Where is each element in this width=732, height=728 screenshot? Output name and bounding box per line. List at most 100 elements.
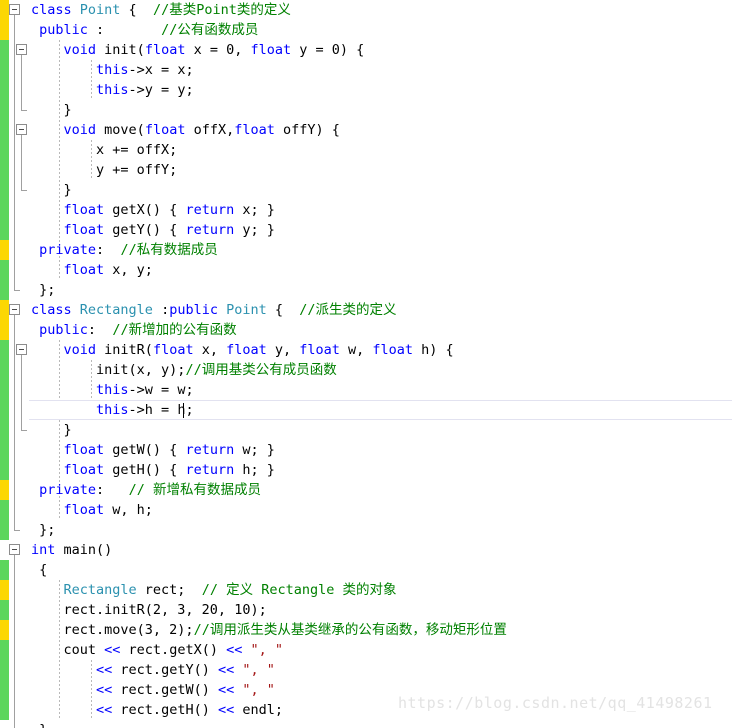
code-line[interactable]: public: //新增加的公有函数 — [29, 320, 732, 340]
code-text-area[interactable]: class Point { //基类Point类的定义 public : //公… — [29, 0, 732, 728]
code-token-pl: rect; — [136, 582, 202, 598]
code-line[interactable]: class Rectangle :public Point { //派生类的定义 — [29, 300, 732, 320]
code-token-pl: w, h; — [104, 502, 153, 518]
code-line[interactable]: Rectangle rect; // 定义 Rectangle 类的对象 — [29, 580, 732, 600]
code-token-pl: offY) { — [274, 122, 340, 138]
code-line[interactable]: y += offY; — [29, 160, 732, 180]
code-line[interactable]: int main() — [29, 540, 732, 560]
code-token-pl: rect.getW() — [112, 682, 218, 698]
code-token-kw: float — [226, 342, 267, 358]
fold-toggle-icon[interactable] — [9, 544, 20, 555]
change-bar-line — [0, 580, 9, 600]
code-editor[interactable]: class Point { //基类Point类的定义 public : //公… — [0, 0, 732, 728]
code-line[interactable]: float x, y; — [29, 260, 732, 280]
fold-toggle-icon[interactable] — [9, 304, 20, 315]
code-line[interactable]: init(x, y);//调用基类公有成员函数 — [29, 360, 732, 380]
code-line[interactable]: } — [29, 720, 732, 728]
change-bar-line — [0, 600, 9, 620]
code-token-ty: Point — [79, 2, 121, 18]
code-line[interactable]: class Point { //基类Point类的定义 — [29, 0, 732, 20]
code-token-kw: this — [96, 82, 129, 98]
code-line[interactable]: }; — [29, 280, 732, 300]
code-line[interactable]: } — [29, 420, 732, 440]
code-line[interactable]: << rect.getY() << ", " — [29, 660, 732, 680]
code-line[interactable]: } — [29, 180, 732, 200]
code-token-cm: // 新增私有数据成员 — [128, 482, 261, 498]
code-token-cm: //私有数据成员 — [120, 242, 218, 258]
code-line[interactable]: void initR(float x, float y, float w, fl… — [29, 340, 732, 360]
change-bar-line — [0, 80, 9, 100]
code-token-pl: w; } — [234, 442, 275, 458]
code-line[interactable]: x += offX; — [29, 140, 732, 160]
code-line[interactable]: this->y = y; — [29, 80, 732, 100]
code-line[interactable]: private: // 新增私有数据成员 — [29, 480, 732, 500]
code-token-pl: x, y; — [104, 262, 153, 278]
change-bar-line — [0, 360, 9, 380]
fold-toggle-icon[interactable] — [16, 44, 27, 55]
change-bar-line — [0, 200, 9, 220]
change-bar-line — [0, 300, 9, 320]
code-line[interactable]: void move(float offX,float offY) { — [29, 120, 732, 140]
code-line[interactable]: { — [29, 560, 732, 580]
code-token-pl: rect.move(3, 2); — [31, 622, 194, 638]
change-bar-line — [0, 420, 9, 440]
code-token-pl: getY() { — [104, 222, 186, 238]
change-bar-line — [0, 60, 9, 80]
code-token-pl: : — [87, 322, 113, 338]
fold-toggle-icon[interactable] — [16, 344, 27, 355]
code-token-kw: int — [31, 542, 56, 558]
code-line[interactable]: this->w = w; — [29, 380, 732, 400]
code-line[interactable]: private: //私有数据成员 — [29, 240, 732, 260]
code-line[interactable]: float w, h; — [29, 500, 732, 520]
fold-toggle-icon[interactable] — [16, 124, 27, 135]
code-token-kw: float — [63, 262, 105, 278]
code-token-pl: : — [87, 22, 162, 38]
fold-region-line — [14, 554, 15, 728]
code-line[interactable]: float getH() { return h; } — [29, 460, 732, 480]
change-bar-line — [0, 100, 9, 120]
code-line[interactable]: rect.move(3, 2);//调用派生类从基类继承的公有函数，移动矩形位置 — [29, 620, 732, 640]
code-line[interactable]: this->x = x; — [29, 60, 732, 80]
code-line[interactable]: void init(float x = 0, float y = 0) { — [29, 40, 732, 60]
change-bar-line — [0, 20, 9, 40]
code-token-cm: //公有函数成员 — [161, 22, 259, 38]
code-token-ty: Point — [226, 302, 267, 318]
change-bar-line — [0, 540, 9, 560]
code-line[interactable]: cout << rect.getX() << ", " — [29, 640, 732, 660]
code-token-pl: rect.getY() — [112, 662, 218, 678]
code-line[interactable]: float getX() { return x; } — [29, 200, 732, 220]
code-token-kw: float — [152, 342, 194, 358]
code-token-kw: class — [31, 302, 72, 318]
fold-region-end — [21, 430, 27, 431]
code-token-cm: //基类Point类的定义 — [152, 2, 291, 18]
code-token-kw: float — [234, 122, 275, 138]
fold-toggle-icon[interactable] — [9, 4, 20, 15]
fold-region-line — [21, 354, 22, 430]
code-token-kw: void — [63, 42, 97, 58]
code-line[interactable]: public : //公有函数成员 — [29, 20, 732, 40]
change-bar-line — [0, 240, 9, 260]
code-line[interactable]: float getY() { return y; } — [29, 220, 732, 240]
change-bar-line — [0, 0, 9, 20]
code-token-kw: float — [144, 42, 186, 58]
code-line[interactable]: float getW() { return w; } — [29, 440, 732, 460]
code-token-pl: ->y = y; — [128, 82, 194, 98]
code-line[interactable]: } — [29, 100, 732, 120]
code-token-cm: //调用基类公有成员函数 — [185, 362, 337, 378]
fold-outline-column[interactable] — [9, 0, 29, 728]
code-line[interactable]: }; — [29, 520, 732, 540]
code-token-pl: { — [266, 302, 300, 318]
code-line[interactable]: this->h = h; — [29, 400, 732, 420]
code-token-pl: { — [31, 562, 48, 578]
code-line[interactable]: rect.initR(2, 3, 20, 10); — [29, 600, 732, 620]
